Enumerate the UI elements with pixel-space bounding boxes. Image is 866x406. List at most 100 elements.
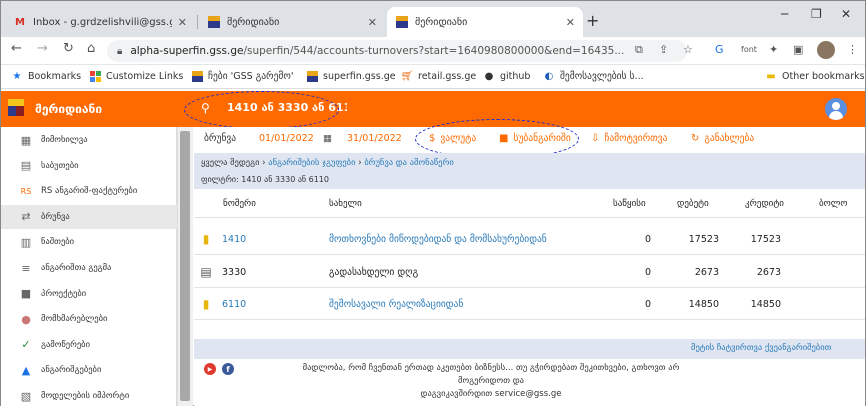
facebook-icon[interactable]: f xyxy=(222,363,234,375)
debit-value: 14850 xyxy=(688,299,719,310)
col-header-credit[interactable]: კრედიტი xyxy=(745,199,784,209)
sidebar-item[interactable]: ≡ ანგარიშთა გეგმა xyxy=(1,256,177,280)
download-button[interactable]: ⇩ ჩამოტვირთვა xyxy=(591,133,667,144)
extensions-icon[interactable]: ✦ xyxy=(769,43,778,56)
sidebar-item-label: RS ანგარიშ-ფაქტურები xyxy=(41,186,138,197)
date-from[interactable]: 01/01/2022 xyxy=(259,133,314,144)
row-divider xyxy=(194,254,865,255)
sidebar-item[interactable]: ▤ საბუთები xyxy=(1,154,177,178)
star-icon[interactable]: ☆ xyxy=(683,43,693,56)
translate-icon[interactable]: G xyxy=(715,43,724,56)
start-balance: 0 xyxy=(644,267,651,278)
folder-icon[interactable]: ▮ xyxy=(200,297,212,311)
menu-icon[interactable]: ⋮ xyxy=(847,43,858,56)
sidebar-item-label: ანგარიშთა გეგმა xyxy=(41,263,112,273)
bookmark-retail[interactable]: 🛒︎ retail.gss.ge xyxy=(401,70,477,82)
sidebar-item[interactable]: ⇄ ბრუნვა xyxy=(1,204,177,229)
account-name[interactable]: შემოსავალი რეალიზაციიდან xyxy=(329,299,463,310)
breadcrumb-link-groups[interactable]: ანგარიშების ჯგუფები xyxy=(268,158,355,168)
sidebar-item-icon: ▧ xyxy=(20,389,32,403)
url-path: /superfin/544/accounts-turnovers?start=1… xyxy=(243,45,625,57)
date-to[interactable]: 31/01/2022 xyxy=(347,133,402,144)
minimize-button[interactable]: ─ xyxy=(781,7,788,21)
close-icon[interactable]: ✕ xyxy=(566,16,575,29)
gmail-icon: M xyxy=(15,16,25,28)
bookmark-github[interactable]: ● github xyxy=(483,70,531,82)
app-favicon-icon xyxy=(191,70,203,82)
app-logo[interactable] xyxy=(7,98,25,118)
account-name[interactable]: მოთხოვნები მიწოდებიდან და მომსახურებიდან xyxy=(329,234,547,245)
sidebar-item[interactable]: ✓ გამოწერები xyxy=(1,333,177,357)
tab-meridiani-2[interactable]: მერიდიანი ✕ xyxy=(387,7,583,37)
col-header-number[interactable]: ნომერი xyxy=(223,199,256,209)
sidebar-item[interactable]: RS RS ანგარიშ-ფაქტურები xyxy=(1,179,177,203)
home-icon[interactable]: ⌂ xyxy=(87,41,95,56)
close-window-button[interactable]: ✕ xyxy=(841,7,851,21)
col-header-name[interactable]: სახელი xyxy=(329,199,362,209)
download-icon: ⇩ xyxy=(591,133,600,144)
row-divider xyxy=(194,319,865,320)
user-avatar[interactable] xyxy=(825,98,847,120)
sidebar-item-icon: ✓ xyxy=(21,338,31,352)
back-icon[interactable]: ← xyxy=(11,41,22,56)
app-name: მერიდიანი xyxy=(35,102,103,116)
sidebar-item-icon: ▥ xyxy=(20,235,32,249)
sidebar-item-label: საბუთები xyxy=(41,160,79,171)
sidebar-item[interactable]: ● მომხმარებლები xyxy=(1,307,177,331)
bookmark-superfin[interactable]: superfin.gss.ge xyxy=(306,70,396,82)
open-in-app-icon[interactable]: ⧉ xyxy=(635,43,643,57)
sidebar-item-icon: ▲ xyxy=(21,363,31,377)
profile-avatar[interactable] xyxy=(817,41,835,59)
address-bar[interactable]: 🔒︎ alpha-superfin.gss.ge/superfin/544/ac… xyxy=(107,40,687,62)
app-header xyxy=(1,91,865,127)
close-icon[interactable]: ✕ xyxy=(368,16,377,29)
breadcrumb-root[interactable]: ყველა შედეგი xyxy=(201,158,259,168)
breadcrumb-link-turnover[interactable]: ბრუნვა და ამონაწერი xyxy=(364,158,453,168)
sidebar-item[interactable]: ■ პროექტები xyxy=(1,282,177,306)
credit-value: 14850 xyxy=(750,299,781,310)
sidebar-item[interactable]: ▲ ანგარიშგებები xyxy=(1,358,177,382)
font-extension[interactable]: font xyxy=(741,45,757,54)
document-icon[interactable]: ▤ xyxy=(200,265,212,279)
reload-icon[interactable]: ↻ xyxy=(63,41,74,56)
account-number: 3330 xyxy=(222,267,247,278)
sidebar-item[interactable]: ▦ მიმოხილვა xyxy=(1,128,177,152)
credit-value: 17523 xyxy=(750,234,781,245)
share-icon[interactable]: ⇪ xyxy=(659,43,668,56)
close-icon[interactable]: ✕ xyxy=(178,16,187,29)
tab-meridiani-1[interactable]: მერიდიანი ✕ xyxy=(199,7,385,37)
refresh-button[interactable]: ↻ განახლება xyxy=(691,133,754,144)
star-icon: ★ xyxy=(12,70,22,82)
grid-icon xyxy=(89,70,101,82)
new-tab-button[interactable]: + xyxy=(586,11,599,30)
sidebar-scroll-thumb[interactable] xyxy=(180,131,190,401)
bookmark-revenue[interactable]: ◐ შემოსავლების ს... xyxy=(543,70,644,82)
bookmarks-button[interactable]: ★ Bookmarks xyxy=(11,70,82,82)
forward-icon[interactable]: → xyxy=(37,41,48,56)
sidebar-item-label: ნაშთები xyxy=(41,237,75,248)
calendar-icon[interactable]: ▦ xyxy=(323,133,332,144)
sidebar-item-label: ბრუნვა xyxy=(41,211,70,222)
account-number[interactable]: 6110 xyxy=(222,299,246,310)
revenue-icon: ◐ xyxy=(544,70,554,82)
col-header-debit[interactable]: დებეტი xyxy=(677,199,709,209)
tab-inbox[interactable]: M Inbox - g.grdzelishvili@gss.ge - C ✕ xyxy=(5,7,195,37)
youtube-icon[interactable]: ▶ xyxy=(204,363,216,375)
bookmark-gss[interactable]: ჩები 'GSS გარემო' xyxy=(191,70,293,82)
col-header-start[interactable]: საწყისი xyxy=(613,199,646,209)
bookmark-customize-links[interactable]: Customize Links xyxy=(89,70,183,82)
sidebar-item[interactable]: ▥ ნაშთები xyxy=(1,230,177,254)
sidebar-item[interactable]: ▧ მოდელების იმპორტი xyxy=(1,384,177,406)
folder-icon[interactable]: ▮ xyxy=(200,232,212,246)
row-divider xyxy=(194,287,865,288)
sidebar-item-icon: ≡ xyxy=(21,261,31,275)
load-more-link[interactable]: მეტის ჩატვირთვა ქვეანგარიშებით xyxy=(691,343,831,353)
account-number[interactable]: 1410 xyxy=(222,234,246,245)
breadcrumb: ყველა შედეგი › ანგარიშების ჯგუფები › ბრუ… xyxy=(201,158,454,168)
debit-value: 2673 xyxy=(694,267,719,278)
start-balance: 0 xyxy=(644,299,651,310)
other-bookmarks[interactable]: ▬ Other bookmarks xyxy=(765,70,864,82)
maximize-button[interactable]: ❐ xyxy=(811,7,822,21)
col-header-end[interactable]: ბოლო xyxy=(819,199,847,209)
side-panel-icon[interactable]: ▣ xyxy=(793,43,803,56)
